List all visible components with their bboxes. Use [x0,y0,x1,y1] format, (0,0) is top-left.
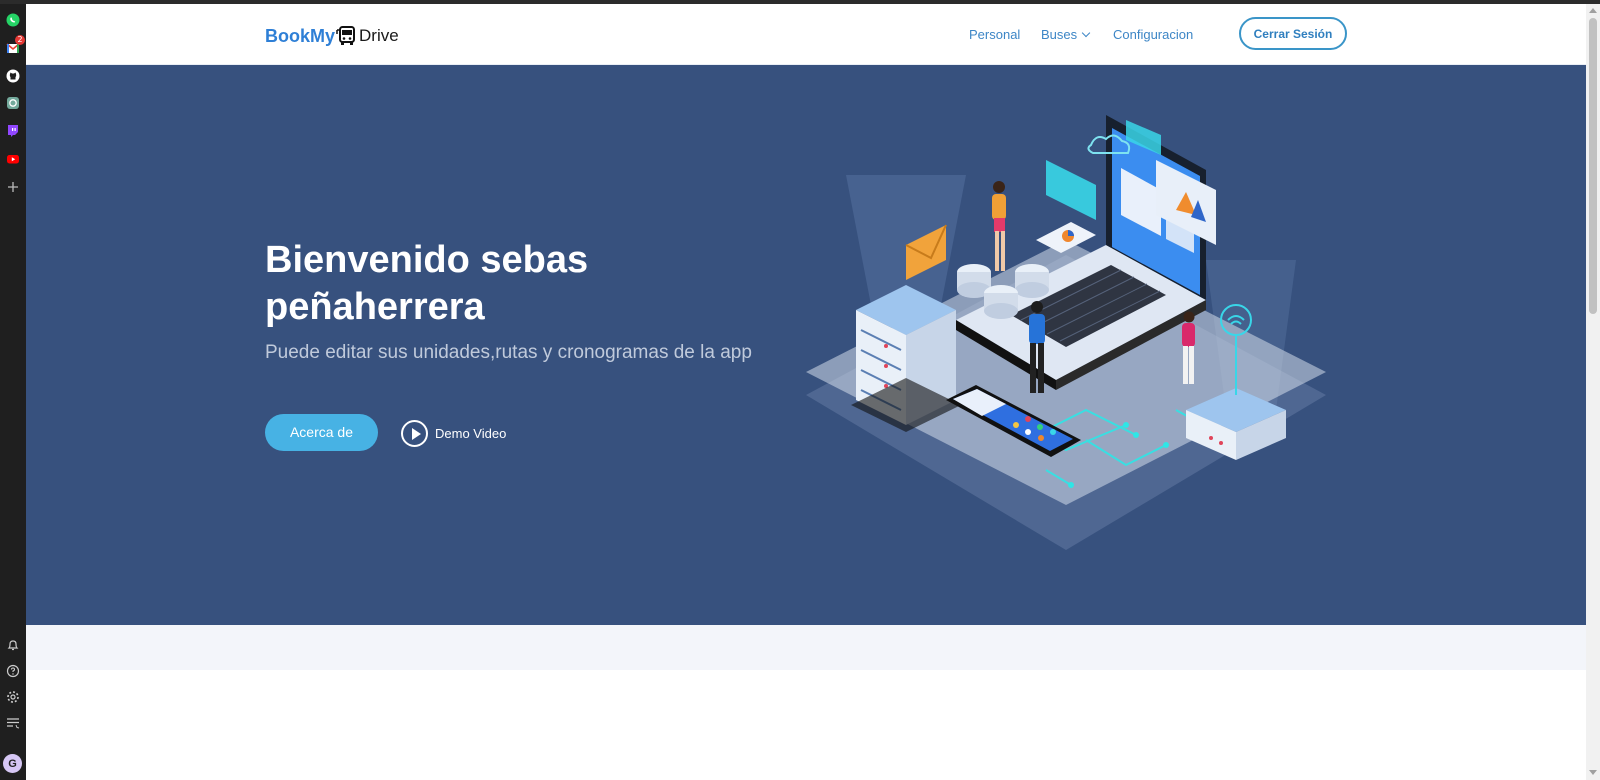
gmail-badge: 2 [15,35,25,45]
hero-illustration [806,115,1326,550]
page-scrollbar[interactable] [1586,4,1600,780]
bell-icon[interactable] [5,637,21,653]
hero-subtitle: Puede editar sus unidades,rutas y cronog… [265,342,752,363]
scroll-thumb[interactable] [1589,18,1597,314]
nav-buses[interactable]: Buses [1041,27,1091,42]
section-divider-band [26,625,1586,670]
logo-brand-text: BookMy [265,25,336,46]
logo-suffix-text: Drive [359,26,399,45]
play-icon [401,419,428,447]
nav-personal[interactable]: Personal [969,27,1020,42]
help-icon[interactable] [5,663,21,679]
profile-avatar[interactable]: G [3,754,22,773]
logout-button[interactable]: Cerrar Sesión [1239,17,1347,50]
hero-title: Bienvenido sebas peñaherrera [265,239,589,328]
content-area [26,670,1586,780]
reading-list-icon[interactable] [5,715,21,731]
settings-icon[interactable] [5,689,21,705]
youtube-icon[interactable] [5,151,21,167]
about-button[interactable]: Acerca de [265,414,378,451]
nav-configuracion[interactable]: Configuracion [1113,27,1193,42]
site-header: BookMy Drive Personal Buses Configuracio… [26,4,1586,65]
scroll-up-arrow-icon[interactable] [1589,8,1597,13]
github-icon[interactable] [5,68,21,84]
demo-video-label: Demo Video [435,425,507,441]
whatsapp-icon[interactable] [5,12,21,28]
demo-video-button[interactable]: Demo Video [401,419,506,447]
nav-buses-label: Buses [1041,27,1078,42]
twitch-icon[interactable] [5,122,21,138]
gmail-icon[interactable]: 2 [5,35,25,56]
plus-icon[interactable] [5,179,21,195]
site-logo[interactable]: BookMy Drive [265,23,399,49]
scroll-down-arrow-icon[interactable] [1589,770,1597,775]
hero-section: Bienvenido sebas peñaherrera Puede edita… [26,65,1586,625]
browser-sidebar: 2 G [0,4,26,780]
chatgpt-icon[interactable] [5,95,21,111]
bus-icon [336,26,356,45]
chevron-down-icon [1081,28,1091,38]
